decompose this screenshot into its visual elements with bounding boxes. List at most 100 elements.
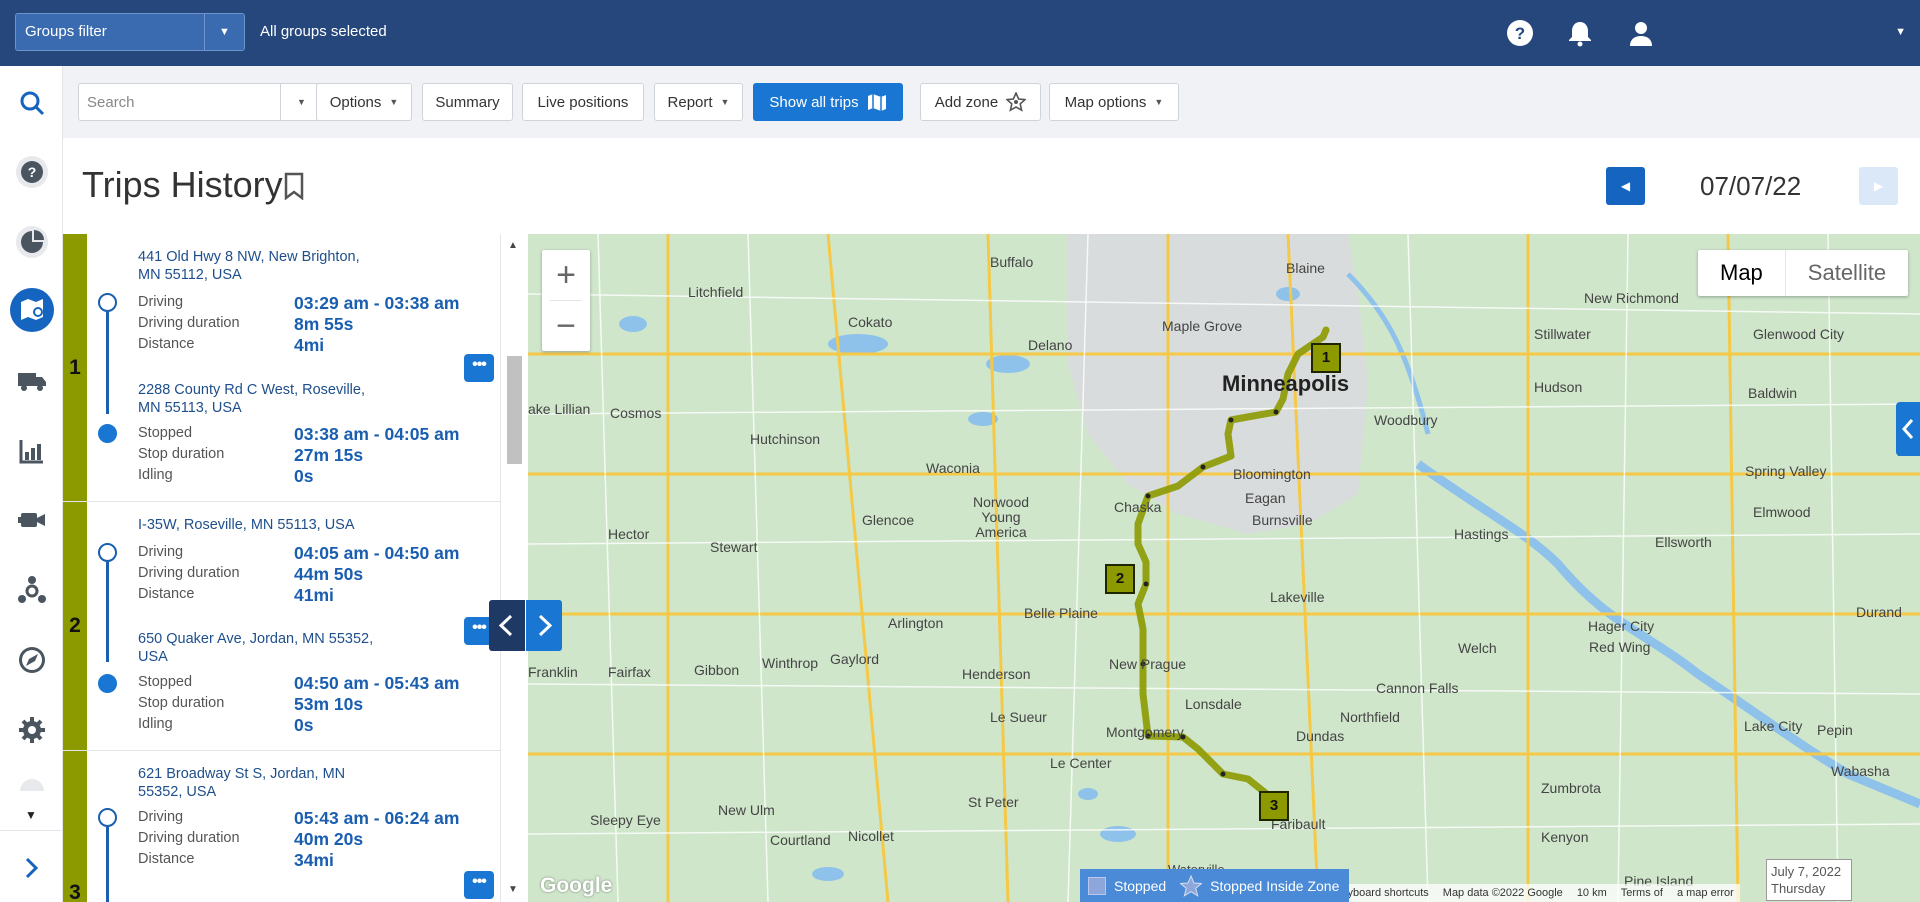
help-icon[interactable]: ?	[10, 150, 54, 194]
route-marker[interactable]: 1	[1311, 343, 1341, 373]
trips-map-icon[interactable]	[10, 288, 54, 332]
more-button[interactable]: •••	[464, 354, 494, 382]
date-display: 07/07/22	[1700, 171, 1802, 201]
report-button[interactable]: Report ▼	[654, 83, 743, 121]
map-view[interactable]: Minneapolis Buffalo Litchfield Cokato De…	[528, 234, 1920, 902]
zoom-in-button[interactable]: +	[542, 250, 590, 300]
top-bar: Groups filter ▼ All groups selected ? ▼	[0, 0, 1920, 66]
city-label: Welch	[1458, 640, 1497, 656]
terms-link[interactable]: Terms of	[1621, 887, 1663, 899]
report-label: Report	[667, 93, 713, 111]
help-icon[interactable]: ?	[1506, 19, 1534, 47]
summary-label: Summary	[435, 93, 500, 111]
trip-card[interactable]: 3 621 Broadway St S, Jordan, MN 55352, U…	[63, 751, 500, 902]
city-label: Kenyon	[1541, 829, 1589, 845]
city-label: Stewart	[710, 539, 758, 555]
city-label: Hastings	[1454, 526, 1509, 542]
idling-value: 0s	[294, 466, 314, 486]
camera-icon[interactable]	[10, 498, 54, 542]
city-label: Fairfax	[608, 664, 651, 680]
star-icon	[1180, 874, 1203, 897]
city-label: Eagan	[1245, 490, 1286, 506]
map-type-map-button[interactable]: Map	[1698, 250, 1786, 296]
bookmark-icon[interactable]	[283, 172, 305, 200]
previous-date-button[interactable]: ◀	[1606, 167, 1645, 205]
driving-label: Driving	[138, 544, 184, 560]
trip-start-address[interactable]: I-35W, Roseville, MN 55113, USA	[138, 516, 378, 534]
scroll-up-icon[interactable]: ▲	[508, 240, 518, 251]
route-marker[interactable]: 2	[1105, 564, 1135, 594]
groups-filter-select[interactable]: Groups filter ▼	[15, 13, 245, 51]
distance-label: Distance	[138, 586, 195, 602]
driving-time: 04:05 am - 04:50 am	[294, 543, 460, 563]
scroll-down-icon[interactable]: ▼	[508, 884, 518, 895]
stop-address[interactable]: 2288 County Rd C West, Roseville, MN 551…	[138, 381, 378, 417]
map-footer: Keyboard shortcuts Map data ©2022 Google…	[1328, 884, 1740, 902]
city-label: Nicollet	[848, 828, 894, 844]
city-label: Cosmos	[610, 405, 662, 421]
zoom-out-button[interactable]: −	[542, 301, 590, 351]
svg-text:?: ?	[28, 164, 37, 180]
distance-label: Distance	[138, 851, 195, 867]
idling-value: 0s	[294, 715, 314, 735]
collapse-panel-button[interactable]	[489, 600, 525, 651]
city-label: New Prague	[1109, 656, 1187, 672]
add-zone-button[interactable]: Add zone	[920, 83, 1041, 121]
chevron-down-icon[interactable]: ▼	[25, 808, 37, 822]
gear-icon[interactable]	[10, 708, 54, 752]
dashboard-icon[interactable]	[10, 220, 54, 264]
map-type-satellite-button[interactable]: Satellite	[1786, 250, 1908, 296]
trip-start-address[interactable]: 621 Broadway St S, Jordan, MN 55352, USA	[138, 765, 378, 801]
trip-card[interactable]: 1 441 Old Hwy 8 NW, New Brighton, MN 551…	[63, 234, 500, 502]
drive-labels: Driving Driving duration Distance	[138, 292, 240, 355]
more-button[interactable]: •••	[464, 871, 494, 899]
idling-label: Idling	[138, 716, 173, 732]
map-options-button[interactable]: Map options ▼	[1049, 83, 1179, 121]
chevron-right-icon[interactable]	[10, 846, 54, 890]
next-date-button[interactable]: ▶	[1859, 167, 1898, 205]
truck-icon[interactable]	[10, 359, 54, 403]
drive-start-marker	[98, 808, 117, 827]
stop-address[interactable]: 650 Quaker Ave, Jordan, MN 55352, USA	[138, 630, 378, 666]
stop-values: 04:50 am - 05:43 am 53m 10s 0s	[294, 673, 459, 736]
city-label: ake Lillian	[528, 401, 591, 417]
city-label: Chaska	[1114, 499, 1162, 515]
city-label: Gibbon	[694, 662, 740, 678]
google-logo: Google	[540, 874, 613, 897]
side-panel-tab[interactable]	[1896, 402, 1920, 456]
trip-start-address[interactable]: 441 Old Hwy 8 NW, New Brighton, MN 55112…	[138, 248, 378, 284]
trip-card[interactable]: 2 I-35W, Roseville, MN 55113, USA Drivin…	[63, 502, 500, 751]
search-icon[interactable]	[10, 81, 54, 125]
map-options-label: Map options	[1064, 93, 1147, 111]
sidebar: ? ▼	[0, 66, 63, 902]
chevron-down-icon[interactable]: ▼	[204, 14, 244, 50]
distance-value: 41mi	[294, 585, 334, 605]
bell-icon[interactable]	[1566, 19, 1594, 47]
live-positions-button[interactable]: Live positions	[522, 83, 644, 121]
report-error-link[interactable]: a map error	[1677, 887, 1734, 899]
route-marker[interactable]: 3	[1259, 791, 1289, 821]
city-label: St Peter	[968, 794, 1019, 810]
scroll-thumb[interactable]	[507, 356, 522, 464]
city-label: Red Wing	[1589, 639, 1651, 655]
options-button[interactable]: Options ▼	[316, 83, 412, 121]
svg-text:?: ?	[1515, 24, 1525, 43]
trips-scrollbar[interactable]: ▲ ▼	[500, 234, 528, 902]
more-icon[interactable]	[10, 771, 54, 791]
user-icon[interactable]	[1627, 19, 1655, 47]
map-legend: Stopped Stopped Inside Zone	[1080, 869, 1350, 902]
show-all-trips-button[interactable]: Show all trips	[753, 83, 903, 121]
city-label: Spring Valley	[1745, 463, 1827, 479]
network-icon[interactable]	[10, 568, 54, 612]
zoom-controls: + −	[542, 250, 590, 351]
city-label: Litchfield	[688, 284, 744, 300]
chevron-down-icon[interactable]: ▼	[1895, 26, 1906, 38]
expand-panel-button[interactable]	[526, 600, 562, 651]
city-label: New Richmond	[1584, 290, 1679, 306]
map-icon	[867, 94, 886, 111]
compass-icon[interactable]	[10, 638, 54, 682]
summary-button[interactable]: Summary	[422, 83, 513, 121]
chart-icon[interactable]	[10, 429, 54, 473]
city-label: Lake City	[1744, 718, 1803, 734]
search-input[interactable]	[79, 84, 267, 120]
